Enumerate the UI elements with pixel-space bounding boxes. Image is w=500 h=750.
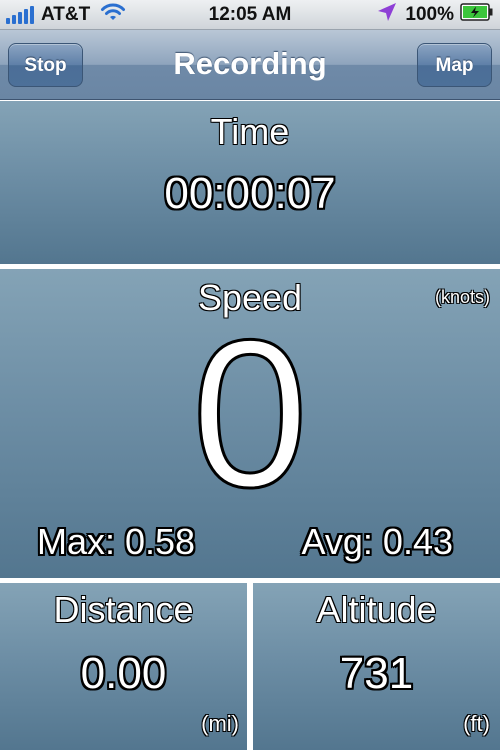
time-panel: Time 00:00:07 [0, 101, 500, 264]
altitude-value: 731 [339, 649, 414, 698]
status-bar: AT&T 12:05 AM 100% [0, 0, 500, 30]
speed-value: 0 [190, 296, 310, 531]
distance-value: 0.00 [80, 649, 167, 698]
battery-percent: 100% [405, 4, 454, 25]
distance-unit: (mi) [201, 711, 239, 736]
time-label: Time [210, 111, 290, 152]
altitude-panel: Altitude 731 (ft) [253, 583, 500, 750]
altitude-label: Altitude [316, 589, 437, 630]
distance-label: Distance [53, 589, 194, 630]
status-right: 100% [377, 0, 494, 30]
altitude-unit: (ft) [463, 711, 490, 736]
speed-panel: Speed (knots) 0 Max: 0.58 Avg: 0.43 [0, 269, 500, 578]
max-speed: Max: 0.58 [37, 521, 196, 562]
distance-panel: Distance 0.00 (mi) [0, 583, 247, 750]
speed-unit: (knots) [434, 287, 490, 307]
battery-charging-icon [460, 3, 494, 27]
avg-speed: Avg: 0.43 [301, 521, 453, 562]
navigation-bar: Stop Recording Map [0, 30, 500, 100]
location-arrow-icon [377, 2, 397, 28]
map-button[interactable]: Map [417, 43, 492, 87]
time-value: 00:00:07 [164, 169, 336, 218]
